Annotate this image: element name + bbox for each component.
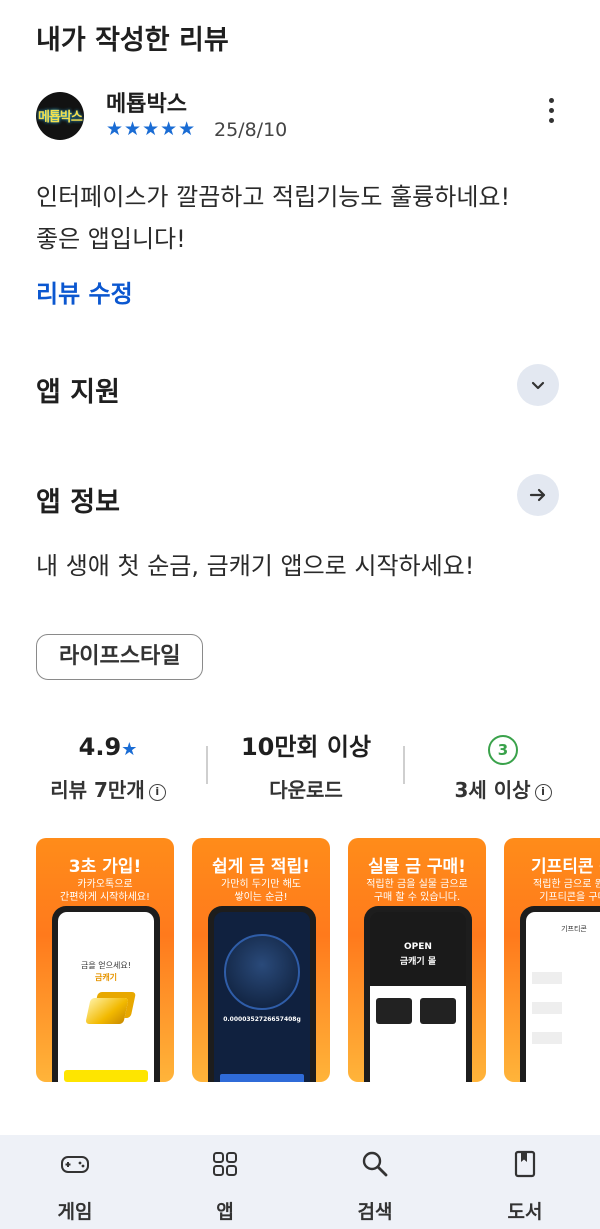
more-options-icon[interactable]	[546, 98, 556, 128]
screenshot-2[interactable]: 쉽게 금 적립! 가만히 두기만 해도 쌓이는 순금! 0.0000352726…	[192, 838, 330, 1082]
nav-item-apps[interactable]: 앱	[150, 1135, 300, 1229]
screen-text: 금캐기	[94, 973, 118, 982]
screenshot-title: 쉽게 금 적립!	[212, 857, 310, 877]
star-rating: ★★★★★	[106, 118, 197, 140]
review-text-line1: 인터페이스가 깔끔하고 적립기능도 훌륭하네요!	[36, 183, 511, 211]
downloads-label: 다운로드	[269, 778, 343, 802]
app-info-title[interactable]: 앱 정보	[36, 480, 120, 519]
product-list	[370, 986, 466, 1082]
my-review-title: 내가 작성한 리뷰	[36, 25, 229, 56]
info-icon: i	[148, 784, 166, 801]
review-header: 메툡박스 메툡박스 ★★★★★ 25/8/10	[36, 86, 566, 146]
age-label: 3세 이상	[454, 778, 531, 802]
review-text: 인터페이스가 깔끔하고 적립기능도 훌륭하네요! 좋은 앱입니다!	[36, 176, 576, 260]
bottom-navigation: 게임 앱 검색 도서	[0, 1135, 600, 1229]
screen-text: 금을 얻으세요!	[81, 961, 131, 970]
screen-text: 기프티콘	[561, 925, 587, 933]
avatar-logo: 메툡박스	[38, 110, 83, 125]
app-description: 내 생애 첫 순금, 금캐기 앱으로 시작하세요!	[36, 552, 475, 580]
screenshot-title: 기프티콘 구	[530, 857, 600, 877]
screenshot-subtitle: 적립한 금으로 원하 기프티콘을 구매	[533, 879, 600, 903]
avatar: 메툡박스	[36, 92, 84, 140]
arrow-right-icon	[529, 488, 546, 502]
gold-bars-image	[85, 998, 129, 1024]
divider	[206, 746, 208, 784]
reviews-count: 리뷰 7만개	[50, 778, 145, 802]
expand-support-button[interactable]	[517, 364, 559, 406]
search-icon	[362, 1151, 388, 1177]
nav-label: 도서	[507, 1201, 543, 1223]
review-text-line2: 좋은 앱입니다!	[36, 225, 186, 253]
screenshot-3[interactable]: 실물 금 구매! 적립한 금을 실물 금으로 구매 할 수 있습니다. OPEN…	[348, 838, 486, 1082]
info-icon: i	[534, 784, 552, 801]
downloads-stat: 10만회 이상 다운로드	[226, 730, 386, 804]
gamepad-icon	[61, 1156, 89, 1173]
age-stat[interactable]: 3 3세 이상 i	[423, 730, 583, 804]
screenshot-subtitle: 카카오톡으로 간편하게 시작하세요!	[60, 879, 150, 903]
chevron-down-icon	[531, 381, 545, 390]
downloads-value: 10만회 이상	[240, 733, 372, 761]
gold-circle-image	[224, 934, 300, 1010]
screenshot-subtitle: 가만히 두기만 해도 쌓이는 순금!	[221, 879, 301, 903]
reviewer-name: 메툡박스	[106, 92, 187, 117]
screenshot-carousel[interactable]: 3초 가입! 카카오톡으로 간편하게 시작하세요! 금을 얻으세요! 금캐기 쉽…	[36, 838, 600, 1084]
kakao-login-bar	[64, 1070, 148, 1082]
rating-stat[interactable]: 4.9★ 리뷰 7만개 i	[28, 730, 188, 804]
screenshot-title: 3초 가입!	[68, 857, 142, 877]
rating-value: 4.9	[78, 733, 122, 761]
nav-item-books[interactable]: 도서	[450, 1135, 600, 1229]
edit-review-button[interactable]: 리뷰 수정	[36, 274, 133, 309]
review-date: 25/8/10	[214, 119, 288, 141]
app-info-arrow-button[interactable]	[517, 474, 559, 516]
screenshot-4[interactable]: 기프티콘 구 적립한 금으로 원하 기프티콘을 구매 기프티콘	[504, 838, 600, 1082]
age-rating-badge: 3	[488, 735, 518, 765]
screen-text: 금캐기 몰	[399, 957, 437, 967]
screen-button	[220, 1074, 304, 1082]
category-chip[interactable]: 라이프스타일	[36, 634, 204, 680]
nav-label: 앱	[216, 1201, 234, 1223]
book-icon	[514, 1150, 536, 1178]
apps-grid-icon	[213, 1152, 237, 1176]
nav-item-games[interactable]: 게임	[0, 1135, 150, 1229]
divider	[403, 746, 405, 784]
screenshot-1[interactable]: 3초 가입! 카카오톡으로 간편하게 시작하세요! 금을 얻으세요! 금캐기	[36, 838, 174, 1082]
screen-text: 0.0000352726657408g	[223, 1016, 301, 1023]
app-support-title[interactable]: 앱 지원	[36, 370, 120, 409]
nav-label: 검색	[357, 1201, 393, 1223]
nav-label: 게임	[57, 1201, 93, 1223]
screenshot-title: 실물 금 구매!	[368, 857, 466, 877]
star-icon: ★	[121, 739, 138, 760]
nav-item-search[interactable]: 검색	[300, 1135, 450, 1229]
screenshot-subtitle: 적립한 금을 실물 금으로 구매 할 수 있습니다.	[366, 879, 468, 903]
screen-text: OPEN	[404, 942, 432, 952]
